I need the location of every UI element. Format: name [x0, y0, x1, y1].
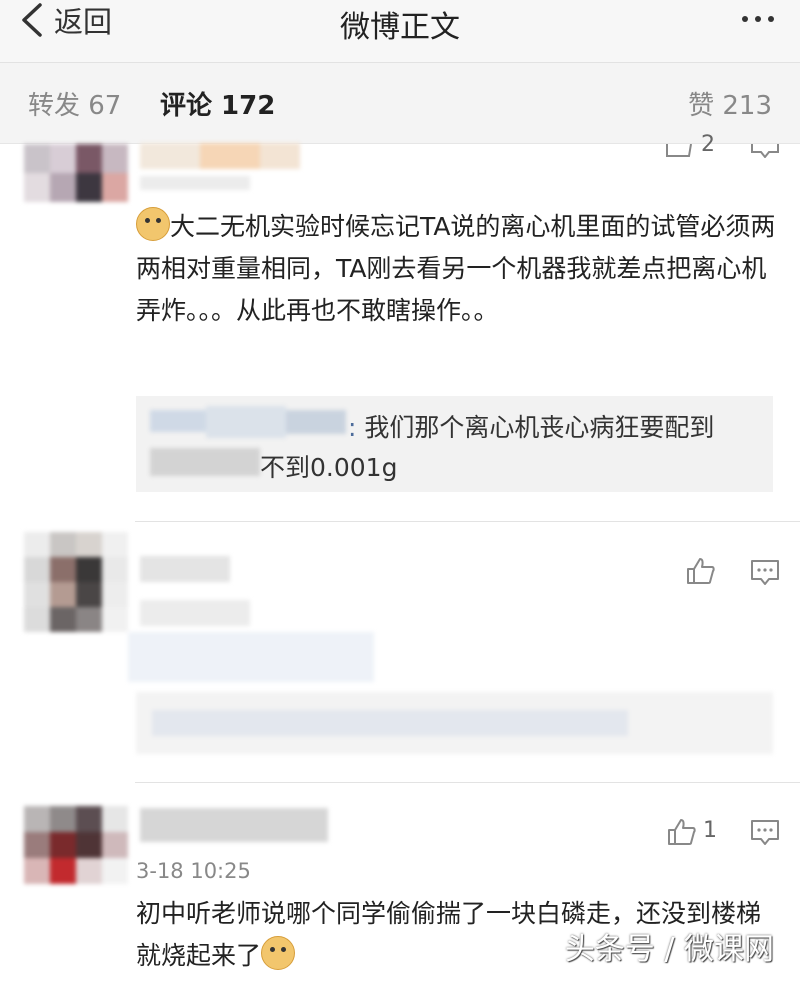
tab-comments[interactable]: 评论 172 [160, 85, 275, 122]
tab-bar: 转发 67 评论 172 赞 213 [0, 63, 800, 144]
username[interactable] [140, 808, 328, 842]
reply-text-line2: 不到0.001g [260, 453, 398, 482]
top-nav-bar: 返回 微博正文 [0, 0, 800, 63]
avatar[interactable] [24, 144, 128, 202]
comment-icon[interactable] [751, 560, 779, 586]
more-icon[interactable] [742, 4, 774, 34]
reply-text-obscured [150, 448, 260, 476]
reply-box[interactable] [136, 692, 773, 754]
thumbs-up-icon[interactable] [664, 144, 692, 158]
username[interactable] [140, 143, 300, 169]
username[interactable] [140, 556, 230, 582]
comment-body: 大二无机实验时候忘记TA说的离心机里面的试管必须两两相对重量相同，TA刚去看另一… [136, 212, 776, 325]
tab-repost[interactable]: 转发 67 [28, 85, 121, 122]
like-count: 2 [701, 132, 715, 157]
comment-text: 大二无机实验时候忘记TA说的离心机里面的试管必须两两相对重量相同，TA刚去看另一… [136, 206, 776, 332]
comment-icon[interactable] [751, 820, 779, 846]
tab-likes[interactable]: 赞 213 [688, 85, 772, 122]
avatar[interactable] [24, 806, 128, 884]
doge-emoji-icon [261, 936, 296, 970]
like-count: 1 [703, 818, 717, 843]
reply-box[interactable] [128, 632, 374, 682]
doge-emoji-icon [136, 207, 170, 241]
comment-icon[interactable] [751, 144, 779, 158]
timestamp [140, 176, 250, 190]
page-title: 微博正文 [340, 10, 460, 45]
thumbs-up-icon[interactable] [686, 557, 716, 585]
comment-text-obscured [140, 600, 250, 626]
divider [135, 521, 800, 522]
divider [135, 782, 800, 783]
thumbs-up-icon[interactable] [667, 818, 697, 846]
timestamp: 3-18 10:25 [136, 859, 251, 883]
reply-author [150, 406, 346, 438]
reply-text-line1: : 我们那个离心机丧心病狂要配到 [348, 413, 715, 442]
reply-box[interactable]: : 我们那个离心机丧心病狂要配到 不到0.001g [136, 396, 773, 492]
watermark: 头条号 / 微课网 [564, 932, 774, 967]
avatar[interactable] [24, 532, 128, 632]
